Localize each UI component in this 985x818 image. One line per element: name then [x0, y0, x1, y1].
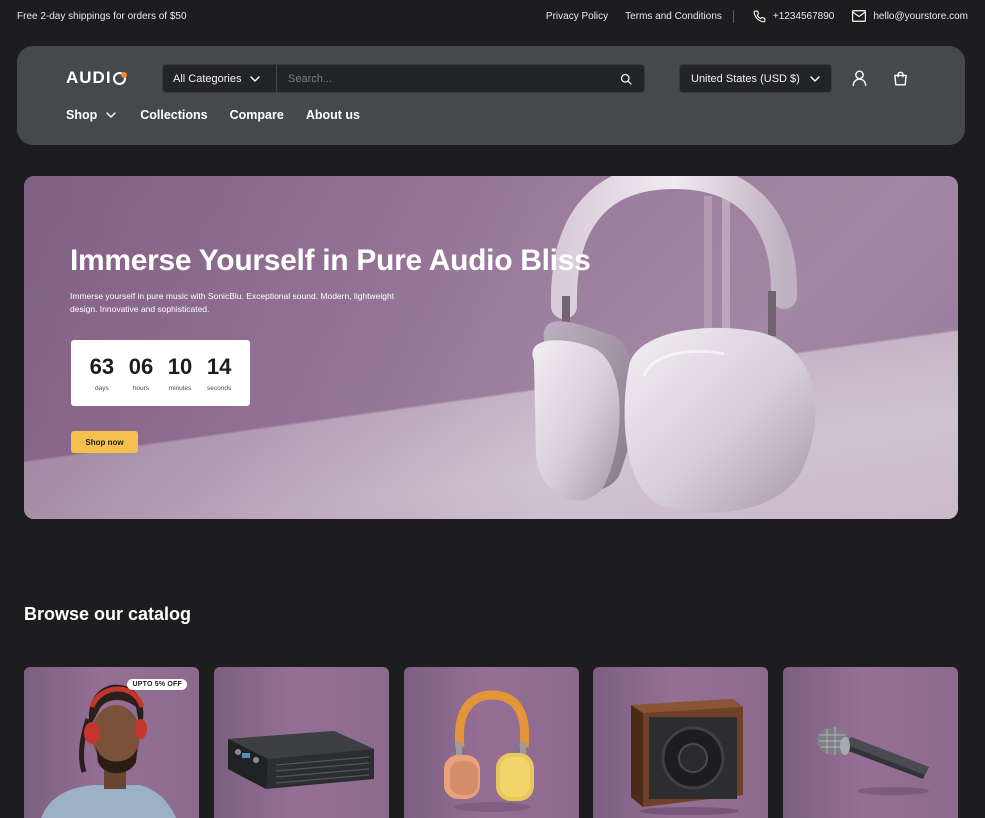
store-logo[interactable]: AUDI [66, 68, 127, 88]
catalog-heading: Browse our catalog [24, 604, 192, 624]
search-icon [620, 73, 632, 85]
logo-mark-icon [112, 71, 127, 85]
countdown-minutes-value: 10 [167, 353, 193, 379]
catalog-card-microphone[interactable] [783, 667, 958, 818]
email-link[interactable]: hello@yourstore.com [852, 10, 968, 22]
search-button[interactable] [608, 65, 644, 92]
chevron-down-icon [250, 75, 261, 82]
nav-shop-label: Shop [66, 108, 98, 122]
cart-button[interactable] [890, 68, 910, 88]
search-bar: All Categories [162, 64, 645, 93]
amplifier-image [228, 731, 374, 789]
main-nav: Shop Collections Compare About us [66, 108, 382, 122]
hero-title: Immerse Yourself in Pure Audio Bliss [70, 244, 591, 277]
topbar-links: Privacy Policy Terms and Conditions +123… [529, 9, 968, 23]
countdown-seconds-value: 14 [206, 353, 232, 379]
topbar-divider [732, 9, 734, 23]
catalog-card-subwoofer[interactable] [593, 667, 768, 818]
countdown-timer: 63 days 06 hours 10 minutes 14 seconds [71, 340, 250, 406]
catalog-card-man-with-headphones[interactable]: UPTO 5% OFF [24, 667, 199, 818]
countdown-days: 63 days [89, 353, 115, 392]
countdown-seconds: 14 seconds [206, 353, 232, 392]
nav-compare[interactable]: Compare [230, 108, 284, 122]
phone-link[interactable]: +1234567890 [753, 10, 834, 23]
countdown-minutes-label: minutes [168, 384, 192, 392]
countdown-hours-label: hours [132, 384, 150, 392]
nav-collections[interactable]: Collections [140, 108, 207, 122]
chevron-down-icon [810, 75, 820, 82]
countdown-hours: 06 hours [128, 353, 154, 392]
hero-subtitle: Immerse yourself in pure music with Soni… [70, 291, 395, 314]
currency-select-value: United States (USD $) [691, 72, 800, 85]
nav-about-us[interactable]: About us [306, 108, 360, 122]
catalog-card-orange-headphones[interactable] [404, 667, 579, 818]
phone-icon [753, 10, 766, 22]
terms-link[interactable]: Terms and Conditions [625, 11, 722, 22]
catalog-card-amplifier[interactable] [214, 667, 389, 818]
countdown-hours-value: 06 [128, 353, 154, 379]
hero-banner: Immerse Yourself in Pure Audio Bliss Imm… [24, 176, 958, 519]
discount-badge: UPTO 5% OFF [127, 679, 187, 690]
account-button[interactable] [849, 68, 869, 88]
catalog-grid: UPTO 5% OFF [24, 667, 958, 818]
subwoofer-speaker-image [631, 699, 743, 815]
countdown-days-label: days [94, 384, 109, 392]
logo-text: AUDI [66, 68, 112, 87]
currency-select[interactable]: United States (USD $) [679, 64, 832, 93]
category-select-value: All Categories [173, 72, 242, 85]
site-header: AUDI All Categories United States (USD $… [17, 46, 965, 145]
nav-shop[interactable]: Shop [66, 108, 116, 122]
search-input[interactable] [277, 65, 608, 92]
shop-now-button[interactable]: Shop now [71, 431, 138, 453]
user-icon [852, 70, 866, 86]
email-address: hello@yourstore.com [873, 10, 968, 22]
headphones-image [532, 176, 816, 513]
announcement-bar: Free 2-day shippings for orders of $50 P… [0, 0, 985, 32]
mail-icon [852, 10, 867, 22]
privacy-policy-link[interactable]: Privacy Policy [546, 11, 608, 22]
countdown-days-value: 63 [89, 353, 115, 379]
countdown-seconds-label: seconds [207, 384, 232, 392]
promo-text: Free 2-day shippings for orders of $50 [17, 10, 187, 22]
chevron-down-icon [106, 112, 116, 118]
category-select[interactable]: All Categories [163, 65, 277, 92]
microphone-image [817, 727, 929, 795]
orange-headphones-image [444, 690, 534, 812]
shopping-bag-icon [893, 71, 907, 85]
phone-number: +1234567890 [772, 10, 835, 22]
countdown-minutes: 10 minutes [167, 353, 193, 392]
